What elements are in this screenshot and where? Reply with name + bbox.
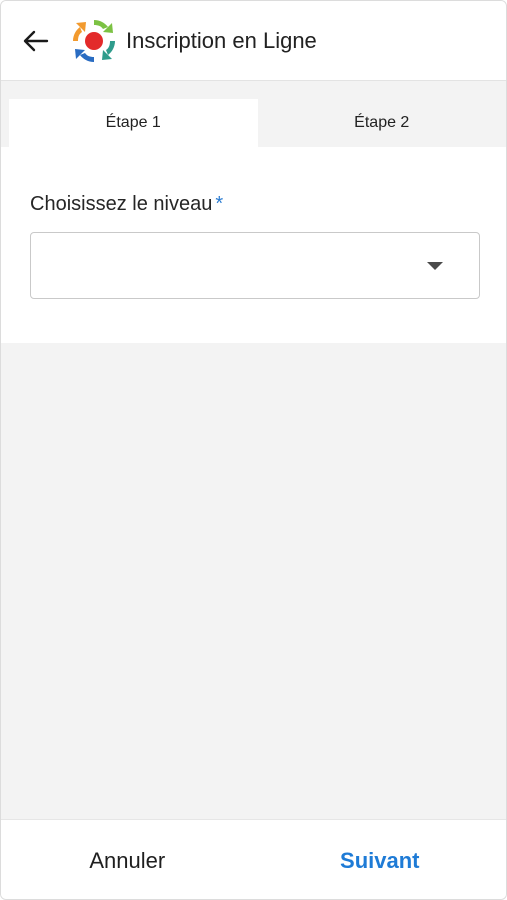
arrow-left-icon (23, 30, 49, 51)
chevron-down-icon (427, 262, 443, 270)
level-field-label: Choisissez le niveau * (30, 193, 223, 216)
tab-step-2[interactable]: Étape 2 (257, 99, 506, 147)
page-title: Inscription en Ligne (126, 27, 317, 53)
step-tabs: Étape 1 Étape 2 (1, 81, 506, 147)
level-select[interactable] (30, 232, 480, 299)
required-marker: * (215, 193, 224, 215)
app-header: Inscription en Ligne (1, 1, 506, 81)
cancel-button[interactable]: Annuler (1, 820, 254, 899)
back-button[interactable] (1, 1, 71, 81)
footer-actions: Annuler Suivant (1, 819, 507, 899)
tab-step-1[interactable]: Étape 1 (9, 99, 258, 147)
app-window: Inscription en Ligne Étape 1 Étape 2 Cho… (0, 0, 507, 900)
next-button[interactable]: Suivant (254, 820, 507, 899)
level-label-text: Choisissez le niveau (30, 193, 213, 215)
app-logo-icon (73, 19, 115, 62)
form-panel: Choisissez le niveau * (1, 147, 506, 343)
